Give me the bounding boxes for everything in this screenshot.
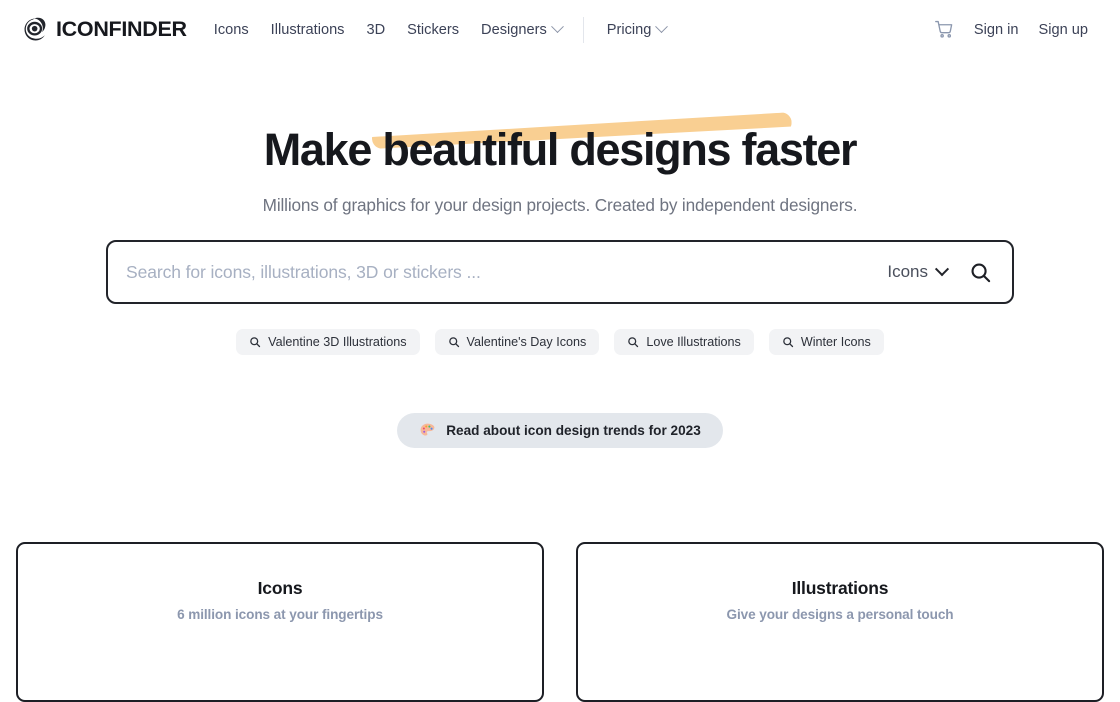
search-icon xyxy=(448,337,459,348)
nav-item-label: Illustrations xyxy=(270,21,345,38)
search-input[interactable] xyxy=(122,261,882,283)
promo-banner-wrap: Read about icon design trends for 2023 xyxy=(0,413,1120,449)
chevron-down-icon xyxy=(934,262,950,277)
hero-section: Make beautiful designs faster Millions o… xyxy=(0,59,1120,449)
search-bar[interactable]: Icons xyxy=(106,240,1014,305)
nav-item-illustrations[interactable]: Illustrations xyxy=(260,16,356,44)
sign-up-link[interactable]: Sign up xyxy=(1029,16,1099,44)
nav-item-label: Icons xyxy=(213,21,249,38)
suggestion-label: Valentine's Day Icons xyxy=(466,335,587,350)
nav-item-icons[interactable]: Icons xyxy=(203,16,260,44)
iconfinder-eye-logo-icon xyxy=(24,17,46,41)
search-submit-button[interactable] xyxy=(957,257,998,288)
promo-banner-link[interactable]: Read about icon design trends for 2023 xyxy=(397,413,723,449)
header-actions: Sign in Sign up xyxy=(925,14,1098,45)
hero-subtitle: Millions of graphics for your design pro… xyxy=(262,195,858,216)
nav-item-3d[interactable]: 3D xyxy=(355,16,396,44)
suggestion-chip[interactable]: Valentine's Day Icons xyxy=(434,329,600,356)
page-title-text: Make beautiful designs faster xyxy=(263,124,858,175)
card-title: Illustrations xyxy=(791,578,889,599)
chevron-down-icon xyxy=(550,20,564,34)
nav-item-label: Stickers xyxy=(407,21,460,38)
search-icon xyxy=(628,337,639,348)
nav-divider xyxy=(582,16,584,43)
page-title: Make beautiful designs faster xyxy=(263,124,858,175)
cart-button[interactable] xyxy=(925,14,964,45)
card-illustrations[interactable]: Illustrations Give your designs a person… xyxy=(576,542,1104,702)
search-icon xyxy=(971,263,991,282)
search-type-dropdown[interactable]: Icons xyxy=(881,262,957,282)
nav-item-label: Designers xyxy=(481,21,547,38)
brand-name: ICONFINDER xyxy=(56,16,187,41)
nav-item-stickers[interactable]: Stickers xyxy=(396,16,470,44)
main-nav: Icons Illustrations 3D Stickers Designer… xyxy=(203,16,678,44)
suggestion-chip[interactable]: Winter Icons xyxy=(768,329,884,356)
site-header: ICONFINDER Icons Illustrations 3D Sticke… xyxy=(0,0,1120,59)
search-icon xyxy=(783,337,793,348)
search-icon xyxy=(250,337,261,348)
search-section: Icons xyxy=(0,240,1120,305)
card-title: Icons xyxy=(257,578,303,599)
nav-item-pricing[interactable]: Pricing xyxy=(596,16,678,44)
search-type-value: Icons xyxy=(887,262,928,282)
suggestion-label: Winter Icons xyxy=(800,335,871,350)
shopping-cart-icon xyxy=(934,20,953,38)
suggested-searches: Valentine 3D Illustrations Valentine's D… xyxy=(0,329,1120,356)
suggestion-label: Love Illustrations xyxy=(646,335,741,350)
sign-in-link[interactable]: Sign in xyxy=(964,16,1029,44)
category-cards: Icons 6 million icons at your fingertips… xyxy=(0,542,1120,702)
card-subtitle: 6 million icons at your fingertips xyxy=(177,607,383,623)
artist-palette-emoji-icon xyxy=(420,423,435,436)
promo-banner-label: Read about icon design trends for 2023 xyxy=(446,423,701,439)
suggestion-label: Valentine 3D Illustrations xyxy=(268,335,407,350)
card-subtitle: Give your designs a personal touch xyxy=(726,607,954,623)
suggestion-chip[interactable]: Valentine 3D Illustrations xyxy=(236,329,420,356)
chevron-down-icon xyxy=(655,20,669,34)
nav-item-label: Pricing xyxy=(606,21,652,38)
nav-item-designers[interactable]: Designers xyxy=(470,16,573,44)
logo-home-link[interactable]: ICONFINDER xyxy=(22,16,187,43)
suggestion-chip[interactable]: Love Illustrations xyxy=(614,329,754,356)
nav-item-label: 3D xyxy=(366,21,386,38)
card-icons[interactable]: Icons 6 million icons at your fingertips xyxy=(16,542,544,702)
